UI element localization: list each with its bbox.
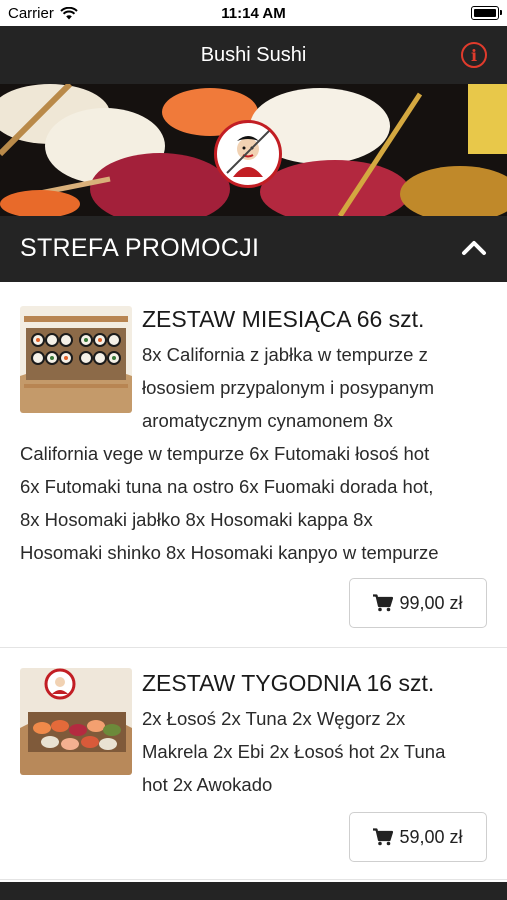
product-description-line: Makrela 2x Ebi 2x Łosoś hot 2x Tuna [142, 741, 446, 762]
info-icon[interactable]: i [461, 42, 487, 68]
product-image [20, 668, 132, 775]
product-image [20, 306, 132, 413]
price-label: 99,00 zł [399, 592, 463, 613]
samurai-logo [214, 120, 282, 188]
next-section-header[interactable] [0, 882, 507, 900]
product-description-line: 2x Łosoś 2x Tuna 2x Węgorz 2x [142, 708, 406, 729]
product-description-line: Hosomaki shinko 8x Hosomaki kanpyo w tem… [20, 542, 439, 563]
section-header-promotions[interactable]: STREFA PROMOCJI [0, 216, 507, 282]
price-label: 59,00 zł [399, 826, 463, 847]
product-description-line: 8x California z jabłka w tempurze z [142, 344, 428, 365]
add-to-cart-button[interactable]: 99,00 zł [349, 578, 487, 628]
cart-icon [373, 594, 394, 612]
status-time: 11:14 AM [221, 5, 286, 22]
product-card[interactable]: ZESTAW TYGODNIA 16 szt. 2x Łosoś 2x Tuna… [0, 648, 507, 880]
product-description-line: hot 2x Awokado [142, 774, 273, 795]
product-description-line: 6x Futomaki tuna na ostro 6x Fuomaki dor… [20, 476, 434, 497]
status-bar: Carrier 11:14 AM [0, 0, 507, 26]
section-title: STREFA PROMOCJI [20, 234, 260, 262]
battery-icon [471, 6, 502, 20]
product-description-line: aromatycznym cynamonem 8x [142, 410, 393, 431]
product-description-line: 8x Hosomaki jabłko 8x Hosomaki kappa 8x [20, 509, 373, 530]
hero-banner [0, 84, 507, 216]
product-name: ZESTAW TYGODNIA 16 szt. [142, 670, 435, 696]
product-description-line: łososiem przypalonym i posypanym [142, 377, 435, 398]
product-description-line: California vege w tempurze 6x Futomaki ł… [20, 443, 430, 464]
nav-bar: Bushi Sushi i [0, 26, 507, 84]
add-to-cart-button[interactable]: 59,00 zł [349, 812, 487, 862]
product-card[interactable]: ZESTAW MIESIĄCA 66 szt. 8x California z … [0, 282, 507, 648]
app-title: Bushi Sushi [200, 44, 307, 66]
cart-icon [373, 828, 394, 846]
product-name: ZESTAW MIESIĄCA 66 szt. [142, 306, 425, 332]
chevron-up-icon[interactable] [461, 238, 487, 256]
